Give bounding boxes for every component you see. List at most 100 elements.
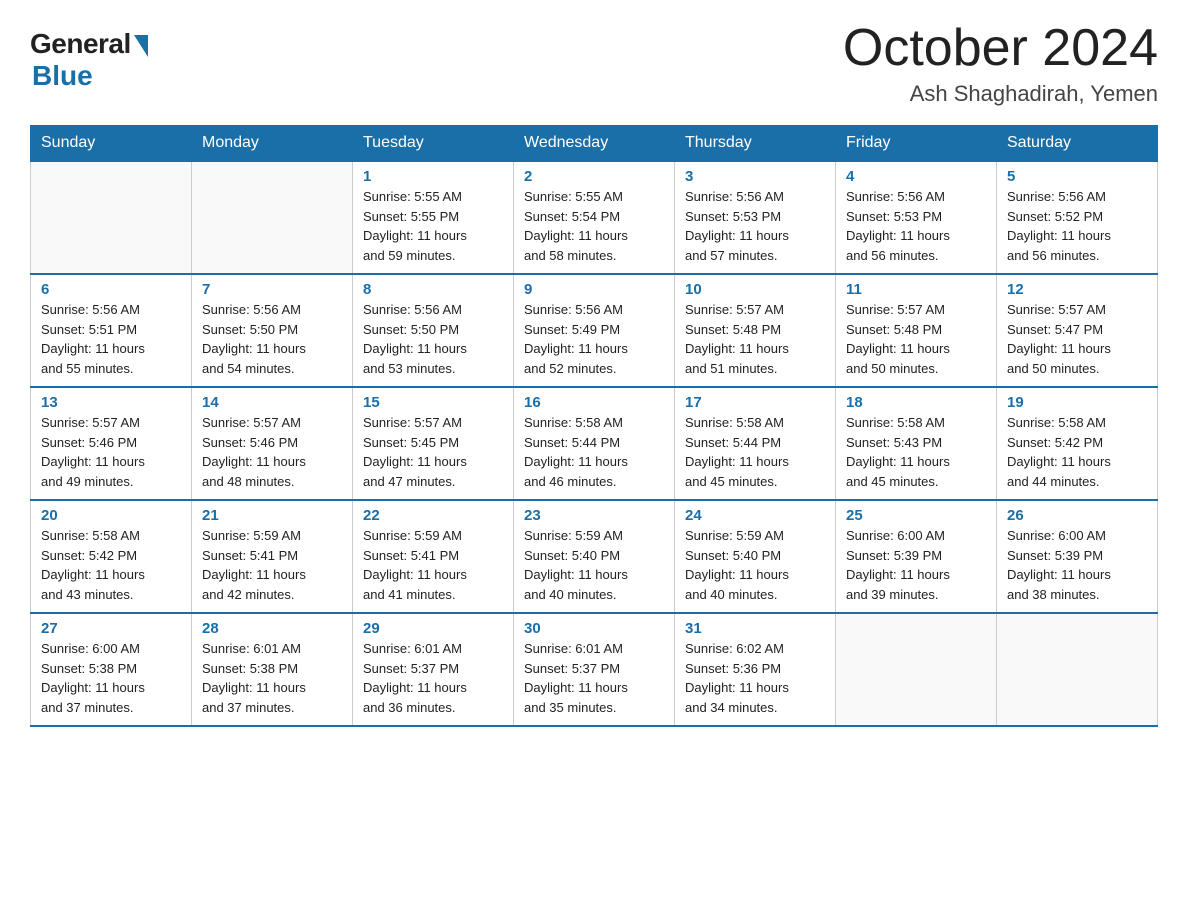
calendar-cell xyxy=(192,161,353,274)
header-thursday: Thursday xyxy=(675,126,836,162)
day-number: 2 xyxy=(524,168,664,185)
title-section: October 2024 Ash Shaghadirah, Yemen xyxy=(843,20,1158,107)
calendar-cell: 5 Sunrise: 5:56 AM Sunset: 5:52 PM Daylig… xyxy=(997,161,1158,274)
day-number: 4 xyxy=(846,168,986,185)
page-header: General Blue October 2024 Ash Shaghadira… xyxy=(30,20,1158,107)
calendar-cell: 30 Sunrise: 6:01 AM Sunset: 5:37 PM Dayli… xyxy=(514,613,675,726)
day-number: 26 xyxy=(1007,507,1147,524)
calendar-cell: 28 Sunrise: 6:01 AM Sunset: 5:38 PM Dayli… xyxy=(192,613,353,726)
day-info: Sunrise: 5:56 AM Sunset: 5:53 PM Dayligh… xyxy=(685,189,789,263)
day-info: Sunrise: 5:56 AM Sunset: 5:53 PM Dayligh… xyxy=(846,189,950,263)
day-info: Sunrise: 5:59 AM Sunset: 5:41 PM Dayligh… xyxy=(363,528,467,602)
header-monday: Monday xyxy=(192,126,353,162)
calendar-cell: 6 Sunrise: 5:56 AM Sunset: 5:51 PM Daylig… xyxy=(31,274,192,387)
logo-general-text: General xyxy=(30,28,131,60)
header-sunday: Sunday xyxy=(31,126,192,162)
calendar-cell: 25 Sunrise: 6:00 AM Sunset: 5:39 PM Dayli… xyxy=(836,500,997,613)
calendar-cell: 22 Sunrise: 5:59 AM Sunset: 5:41 PM Dayli… xyxy=(353,500,514,613)
day-info: Sunrise: 6:01 AM Sunset: 5:37 PM Dayligh… xyxy=(524,641,628,715)
day-number: 30 xyxy=(524,620,664,637)
calendar-cell: 16 Sunrise: 5:58 AM Sunset: 5:44 PM Dayli… xyxy=(514,387,675,500)
day-number: 7 xyxy=(202,281,342,298)
day-info: Sunrise: 5:57 AM Sunset: 5:48 PM Dayligh… xyxy=(846,302,950,376)
day-number: 24 xyxy=(685,507,825,524)
day-number: 14 xyxy=(202,394,342,411)
day-info: Sunrise: 6:01 AM Sunset: 5:37 PM Dayligh… xyxy=(363,641,467,715)
day-info: Sunrise: 5:56 AM Sunset: 5:50 PM Dayligh… xyxy=(202,302,306,376)
day-number: 20 xyxy=(41,507,181,524)
calendar-cell: 15 Sunrise: 5:57 AM Sunset: 5:45 PM Dayli… xyxy=(353,387,514,500)
day-info: Sunrise: 5:56 AM Sunset: 5:50 PM Dayligh… xyxy=(363,302,467,376)
calendar-cell: 24Sunrise: 5:59 AM Sunset: 5:40 PM Dayli… xyxy=(675,500,836,613)
day-info: Sunrise: 6:00 AM Sunset: 5:39 PM Dayligh… xyxy=(1007,528,1111,602)
header-wednesday: Wednesday xyxy=(514,126,675,162)
month-title: October 2024 xyxy=(843,20,1158,77)
day-number: 23 xyxy=(524,507,664,524)
day-number: 13 xyxy=(41,394,181,411)
calendar-cell: 20 Sunrise: 5:58 AM Sunset: 5:42 PM Dayli… xyxy=(31,500,192,613)
calendar-cell: 8Sunrise: 5:56 AM Sunset: 5:50 PM Daylig… xyxy=(353,274,514,387)
day-info: Sunrise: 5:55 AM Sunset: 5:55 PM Dayligh… xyxy=(363,189,467,263)
day-info: Sunrise: 5:58 AM Sunset: 5:43 PM Dayligh… xyxy=(846,415,950,489)
calendar-cell: 3 Sunrise: 5:56 AM Sunset: 5:53 PM Daylig… xyxy=(675,161,836,274)
header-tuesday: Tuesday xyxy=(353,126,514,162)
header-saturday: Saturday xyxy=(997,126,1158,162)
calendar-cell: 29 Sunrise: 6:01 AM Sunset: 5:37 PM Dayli… xyxy=(353,613,514,726)
calendar-cell: 12 Sunrise: 5:57 AM Sunset: 5:47 PM Dayli… xyxy=(997,274,1158,387)
day-number: 12 xyxy=(1007,281,1147,298)
calendar-cell: 10Sunrise: 5:57 AM Sunset: 5:48 PM Dayli… xyxy=(675,274,836,387)
calendar-cell: 27Sunrise: 6:00 AM Sunset: 5:38 PM Dayli… xyxy=(31,613,192,726)
logo: General Blue xyxy=(30,20,148,92)
day-info: Sunrise: 5:59 AM Sunset: 5:40 PM Dayligh… xyxy=(524,528,628,602)
day-number: 27 xyxy=(41,620,181,637)
day-info: Sunrise: 5:58 AM Sunset: 5:42 PM Dayligh… xyxy=(41,528,145,602)
day-info: Sunrise: 6:00 AM Sunset: 5:39 PM Dayligh… xyxy=(846,528,950,602)
calendar-week-row: 6 Sunrise: 5:56 AM Sunset: 5:51 PM Daylig… xyxy=(31,274,1158,387)
day-info: Sunrise: 5:56 AM Sunset: 5:51 PM Dayligh… xyxy=(41,302,145,376)
calendar-table: SundayMondayTuesdayWednesdayThursdayFrid… xyxy=(30,125,1158,727)
day-info: Sunrise: 5:57 AM Sunset: 5:46 PM Dayligh… xyxy=(202,415,306,489)
day-info: Sunrise: 5:57 AM Sunset: 5:46 PM Dayligh… xyxy=(41,415,145,489)
logo-triangle-icon xyxy=(134,35,148,57)
day-info: Sunrise: 6:01 AM Sunset: 5:38 PM Dayligh… xyxy=(202,641,306,715)
calendar-cell: 1Sunrise: 5:55 AM Sunset: 5:55 PM Daylig… xyxy=(353,161,514,274)
day-number: 17 xyxy=(685,394,825,411)
calendar-cell: 21Sunrise: 5:59 AM Sunset: 5:41 PM Dayli… xyxy=(192,500,353,613)
day-number: 25 xyxy=(846,507,986,524)
day-number: 29 xyxy=(363,620,503,637)
location-title: Ash Shaghadirah, Yemen xyxy=(843,81,1158,107)
day-number: 19 xyxy=(1007,394,1147,411)
calendar-cell: 4 Sunrise: 5:56 AM Sunset: 5:53 PM Daylig… xyxy=(836,161,997,274)
day-info: Sunrise: 5:56 AM Sunset: 5:52 PM Dayligh… xyxy=(1007,189,1111,263)
day-info: Sunrise: 6:02 AM Sunset: 5:36 PM Dayligh… xyxy=(685,641,789,715)
day-info: Sunrise: 5:55 AM Sunset: 5:54 PM Dayligh… xyxy=(524,189,628,263)
day-number: 9 xyxy=(524,281,664,298)
day-info: Sunrise: 5:58 AM Sunset: 5:44 PM Dayligh… xyxy=(685,415,789,489)
day-number: 15 xyxy=(363,394,503,411)
day-number: 31 xyxy=(685,620,825,637)
day-info: Sunrise: 5:57 AM Sunset: 5:45 PM Dayligh… xyxy=(363,415,467,489)
day-info: Sunrise: 5:58 AM Sunset: 5:44 PM Dayligh… xyxy=(524,415,628,489)
calendar-week-row: 13 Sunrise: 5:57 AM Sunset: 5:46 PM Dayli… xyxy=(31,387,1158,500)
calendar-cell: 7 Sunrise: 5:56 AM Sunset: 5:50 PM Daylig… xyxy=(192,274,353,387)
day-number: 18 xyxy=(846,394,986,411)
day-number: 6 xyxy=(41,281,181,298)
day-info: Sunrise: 5:58 AM Sunset: 5:42 PM Dayligh… xyxy=(1007,415,1111,489)
day-number: 11 xyxy=(846,281,986,298)
day-number: 22 xyxy=(363,507,503,524)
day-number: 5 xyxy=(1007,168,1147,185)
calendar-week-row: 20 Sunrise: 5:58 AM Sunset: 5:42 PM Dayli… xyxy=(31,500,1158,613)
calendar-cell xyxy=(997,613,1158,726)
day-number: 3 xyxy=(685,168,825,185)
day-number: 16 xyxy=(524,394,664,411)
calendar-cell xyxy=(836,613,997,726)
calendar-cell: 11 Sunrise: 5:57 AM Sunset: 5:48 PM Dayli… xyxy=(836,274,997,387)
calendar-cell: 9Sunrise: 5:56 AM Sunset: 5:49 PM Daylig… xyxy=(514,274,675,387)
calendar-cell: 23 Sunrise: 5:59 AM Sunset: 5:40 PM Dayli… xyxy=(514,500,675,613)
logo-blue-text: Blue xyxy=(32,60,93,92)
day-number: 28 xyxy=(202,620,342,637)
day-info: Sunrise: 5:57 AM Sunset: 5:47 PM Dayligh… xyxy=(1007,302,1111,376)
day-info: Sunrise: 5:57 AM Sunset: 5:48 PM Dayligh… xyxy=(685,302,789,376)
day-number: 21 xyxy=(202,507,342,524)
calendar-cell: 31 Sunrise: 6:02 AM Sunset: 5:36 PM Dayli… xyxy=(675,613,836,726)
